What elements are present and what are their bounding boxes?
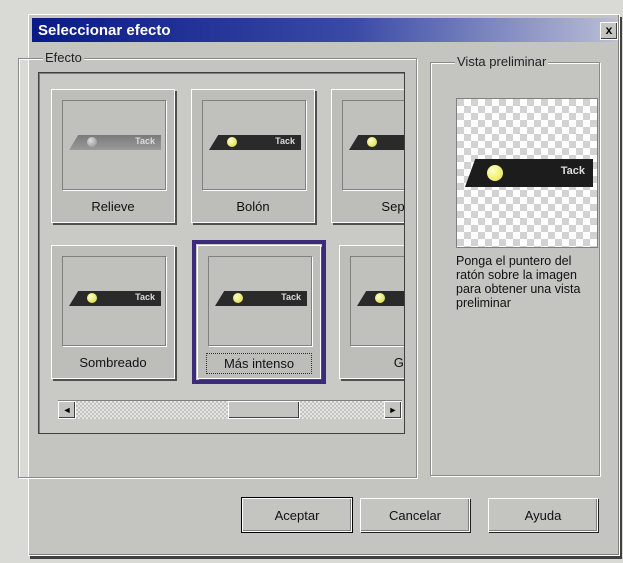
effect-tile-label: Sombreado — [79, 355, 147, 370]
effect-tile-relieve[interactable]: Tack Relieve — [51, 89, 175, 223]
effect-tile-gr[interactable]: Tack Gr — [339, 245, 404, 379]
preview-button-image: Tack — [465, 159, 593, 187]
button-preview-image: Tack — [69, 135, 161, 150]
thumb-text: Tack — [135, 292, 155, 302]
effect-thumbnail: Tack — [202, 100, 306, 190]
button-preview-image: Tack — [357, 291, 404, 306]
dialog-title: Seleccionar efecto — [38, 22, 171, 39]
scroll-right-arrow-icon[interactable]: ► — [384, 401, 402, 419]
light-dot-icon — [87, 137, 97, 147]
effect-tile-label: Más intenso — [206, 353, 312, 374]
effect-thumbnail: Tack — [62, 256, 166, 346]
light-dot-icon — [375, 293, 385, 303]
scroll-left-arrow-icon[interactable]: ◄ — [58, 401, 76, 419]
close-button[interactable]: x — [600, 22, 618, 40]
effect-tile-label: Relieve — [91, 199, 135, 214]
horizontal-scrollbar[interactable]: ◄ ► — [58, 400, 402, 419]
effect-thumbnail: Tack — [62, 100, 166, 190]
help-button[interactable]: Ayuda — [488, 498, 598, 532]
effect-tile-label: Sep — [381, 199, 405, 214]
effect-thumbnail: Tack — [350, 256, 404, 346]
effect-thumbnail: Tack — [342, 100, 404, 190]
effect-tile-mas-intenso[interactable]: Tack Más intenso — [192, 240, 326, 384]
light-dot-icon — [87, 293, 97, 303]
effect-thumbnail: Tack — [208, 256, 312, 346]
button-preview-image: Tack — [69, 291, 161, 306]
effect-tile-label: Gr — [393, 355, 404, 370]
thumb-text: Tack — [135, 136, 155, 146]
button-preview-image: Tack — [349, 135, 404, 150]
title-bar[interactable]: Seleccionar efecto x — [32, 18, 618, 42]
efecto-group-label: Efecto — [43, 50, 84, 65]
preview-thumb-text: Tack — [560, 165, 585, 177]
cancel-button[interactable]: Cancelar — [360, 498, 470, 532]
button-preview-image: Tack — [215, 291, 307, 306]
preview-area: Tack — [456, 98, 598, 248]
light-dot-icon — [367, 137, 377, 147]
preview-hint-text: Ponga el puntero del ratón sobre la imag… — [456, 254, 581, 310]
thumb-text: Tack — [281, 292, 301, 302]
effect-tile-sep[interactable]: Tack Sep — [331, 89, 405, 223]
effect-tile-bolon[interactable]: Tack Bolón — [191, 89, 315, 223]
preview-group-label: Vista preliminar — [455, 54, 549, 69]
thumb-text: Tack — [275, 136, 295, 146]
button-preview-image: Tack — [209, 135, 301, 150]
effect-gallery[interactable]: Tack Relieve Tack Bolón Tack Sep Tack — [38, 72, 405, 434]
effect-tile-label: Bolón — [236, 199, 270, 214]
effect-tile-sombreado[interactable]: Tack Sombreado — [51, 245, 175, 379]
light-dot-icon — [487, 165, 503, 181]
light-dot-icon — [233, 293, 243, 303]
accept-button[interactable]: Aceptar — [241, 497, 353, 533]
light-dot-icon — [227, 137, 237, 147]
scrollbar-thumb[interactable] — [228, 401, 300, 419]
